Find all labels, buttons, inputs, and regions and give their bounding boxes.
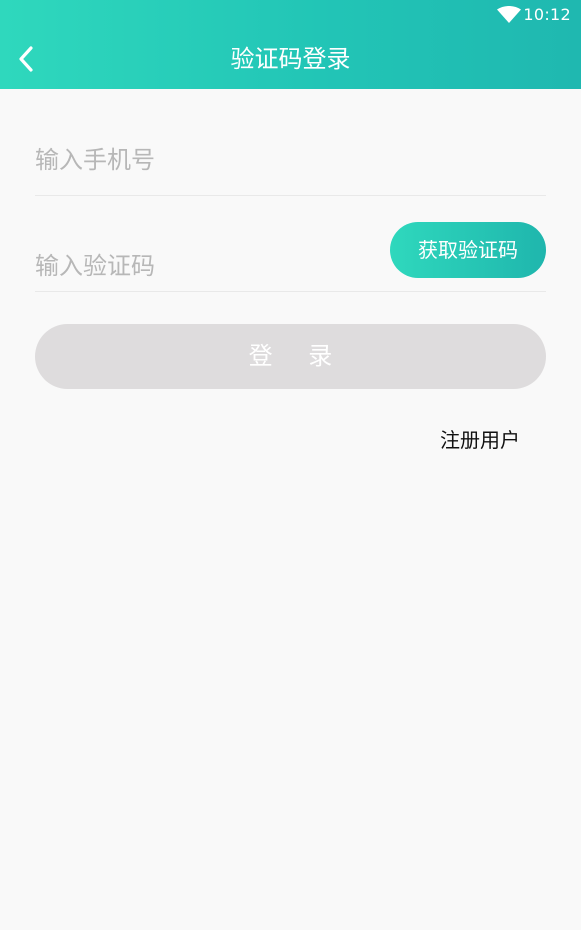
verification-code-input[interactable]: [35, 231, 375, 301]
status-bar: 10:12: [0, 0, 581, 32]
login-button[interactable]: 登 录: [35, 324, 546, 389]
app-header: 10:12 验证码登录: [0, 0, 581, 89]
register-link[interactable]: 注册用户: [440, 427, 520, 453]
login-form-area: 获取验证码 登 录 注册用户: [0, 89, 581, 930]
phone-input[interactable]: [35, 124, 546, 195]
status-time: 10:12: [523, 5, 571, 24]
wifi-icon: [497, 6, 521, 23]
page-title: 验证码登录: [230, 45, 351, 73]
phone-field-row: [35, 124, 546, 196]
get-code-button[interactable]: 获取验证码: [390, 222, 546, 278]
